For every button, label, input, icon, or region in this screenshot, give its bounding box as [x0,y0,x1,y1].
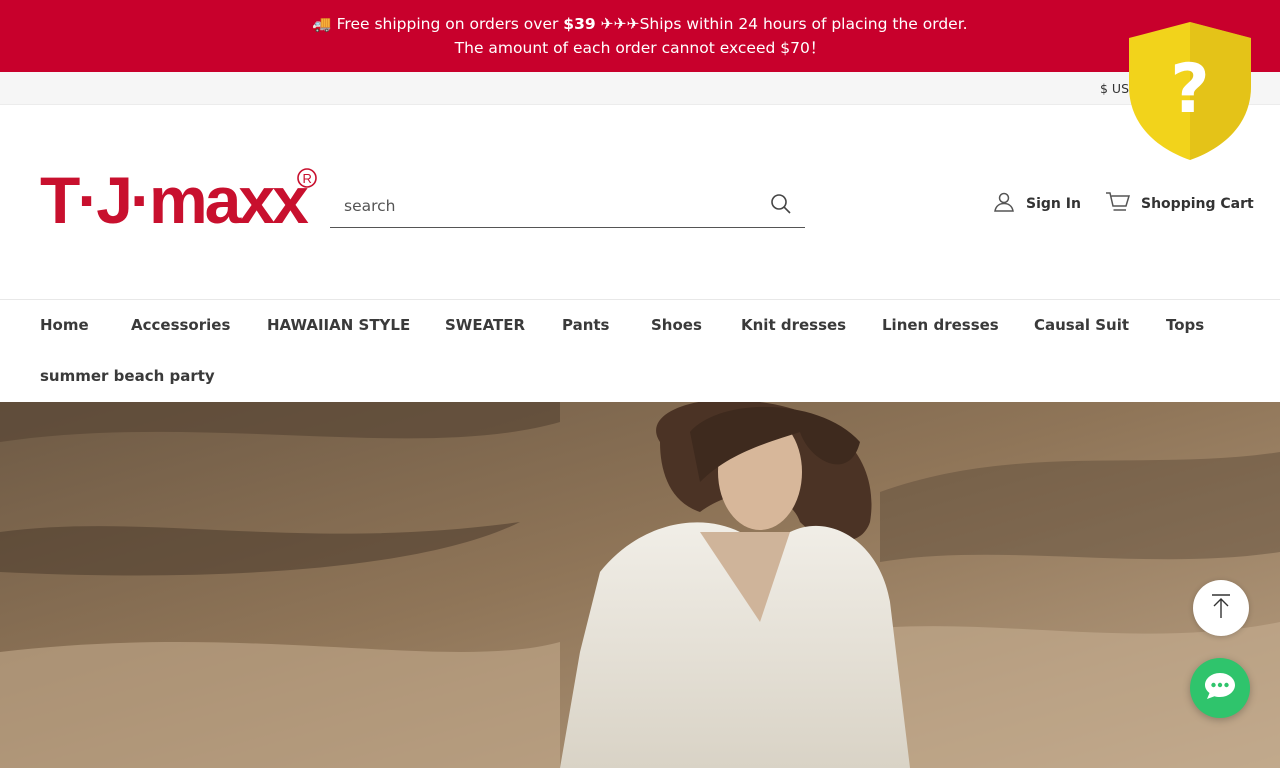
search-input[interactable] [342,191,766,221]
question-shield-icon[interactable]: ? [1126,20,1254,162]
main-navigation: Home Accessories HAWAIIAN STYLE SWEATER … [0,299,1280,402]
nav-item-sweater[interactable]: SWEATER [445,316,525,334]
truck-icon: 🚚 [312,15,332,33]
shopping-cart-link[interactable]: Shopping Cart [1105,190,1254,218]
svg-text:R: R [303,171,312,186]
sign-in-link[interactable]: Sign In [992,190,1081,218]
announcement-bar: 🚚 Free shipping on orders over $39 ✈✈✈Sh… [0,0,1280,72]
tjmaxx-logo[interactable]: T·J·maxx R [40,163,320,239]
shipping-time-text: Ships within 24 hours of placing the ord… [639,15,968,33]
nav-item-summer-beach-party[interactable]: summer beach party [40,367,215,385]
nav-item-knit-dresses[interactable]: Knit dresses [741,316,846,334]
nav-item-tops[interactable]: Tops [1166,316,1204,334]
nav-item-hawaiian-style[interactable]: HAWAIIAN STYLE [267,316,410,334]
announcement-line-2: The amount of each order cannot exceed $… [454,39,826,57]
live-chat-button[interactable] [1190,658,1250,718]
chat-bubble-icon [1203,671,1237,705]
free-shipping-threshold: $39 [563,15,596,33]
announcement-line-1: 🚚 Free shipping on orders over $39 ✈✈✈Sh… [0,12,1280,36]
nav-item-accessories[interactable]: Accessories [131,316,230,334]
nav-item-home[interactable]: Home [40,316,89,334]
nav-item-linen-dresses[interactable]: Linen dresses [882,316,999,334]
nav-item-causal-suit[interactable]: Causal Suit [1034,316,1129,334]
site-header: T·J·maxx R Sign In Sho [0,105,1280,299]
user-icon [992,190,1016,218]
search-icon[interactable] [769,192,793,216]
sign-in-label: Sign In [1026,196,1081,212]
plane-icons: ✈✈✈ [600,15,640,33]
nav-item-pants[interactable]: Pants [562,316,610,334]
hero-banner-image[interactable] [0,402,1280,768]
shopping-cart-label: Shopping Cart [1141,196,1254,212]
svg-text:?: ? [1170,50,1209,129]
logo-wordmark: T·J·maxx [40,165,309,237]
arrow-up-icon [1209,593,1233,623]
utility-bar: $ USD [0,72,1280,105]
nav-item-shoes[interactable]: Shoes [651,316,702,334]
cart-icon [1105,190,1131,218]
back-to-top-button[interactable] [1193,580,1249,636]
announcement-text: Free shipping on orders over [336,15,564,33]
search-bar [330,187,805,228]
